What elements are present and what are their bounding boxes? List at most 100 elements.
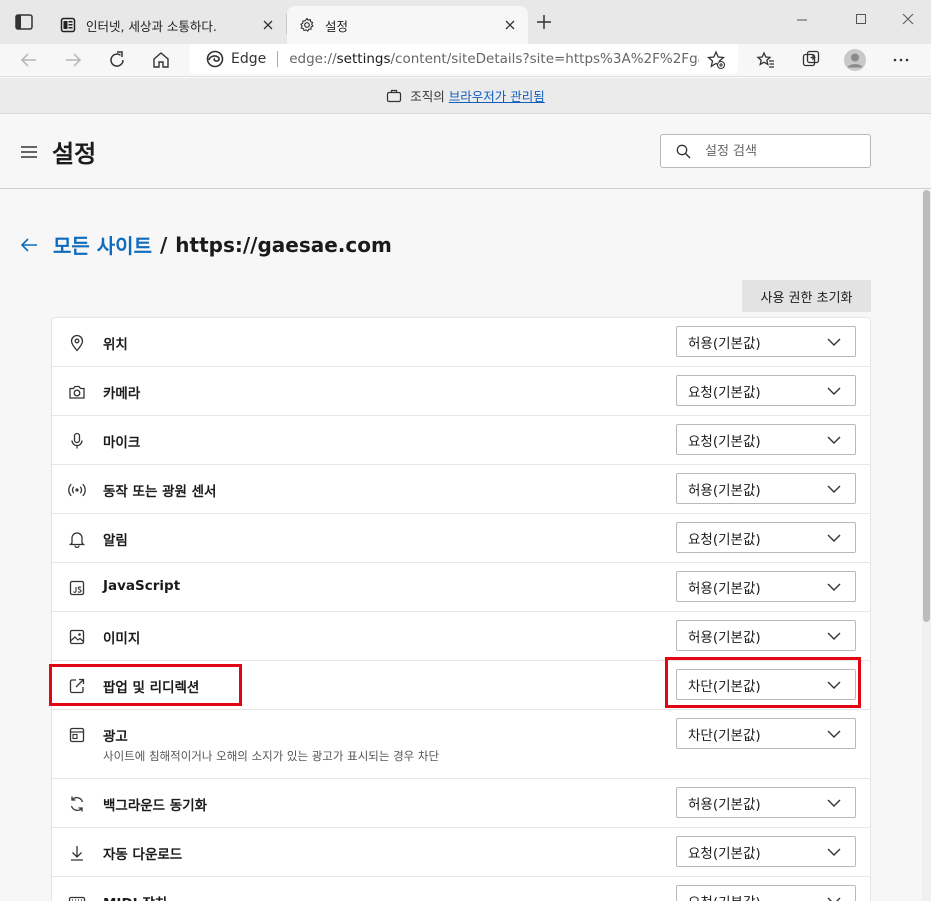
permission-select-background-sync[interactable]: 허용(기본값) xyxy=(676,787,856,818)
ads-icon xyxy=(69,727,85,743)
permission-row-location: 위치 허용(기본값) xyxy=(52,318,870,367)
more-button[interactable] xyxy=(889,48,913,72)
permission-select-images[interactable]: 허용(기본값) xyxy=(676,620,856,651)
permission-value: 허용(기본값) xyxy=(688,629,761,646)
managed-link[interactable]: 브라우저가 관리됨 xyxy=(449,86,545,105)
avatar-icon xyxy=(844,49,866,71)
permission-label: 카메라 xyxy=(103,386,141,402)
chevron-down-icon xyxy=(827,730,841,738)
edge-logo-icon xyxy=(206,50,224,68)
permission-select-notifications[interactable]: 요청(기본값) xyxy=(676,522,856,553)
refresh-button[interactable] xyxy=(105,48,129,72)
camera-icon xyxy=(69,385,85,399)
close-icon[interactable] xyxy=(502,17,518,33)
forward-arrow-icon xyxy=(66,53,82,67)
permission-row-images: 이미지 허용(기본값) xyxy=(52,612,870,661)
maximize-icon[interactable] xyxy=(849,10,873,30)
permission-value: 차단(기본값) xyxy=(688,727,761,744)
chevron-down-icon xyxy=(827,485,841,493)
permission-label: 위치 xyxy=(103,337,128,353)
permission-label: 자동 다운로드 xyxy=(103,847,183,863)
tab-strip: 인터넷, 세상과 소통하다. 설정 xyxy=(0,0,931,44)
permission-value: 요청(기본값) xyxy=(688,891,761,901)
refresh-icon xyxy=(110,51,124,67)
midi-icon xyxy=(68,896,86,901)
permission-select-microphone[interactable]: 요청(기본값) xyxy=(676,424,856,455)
permission-value: 허용(기본값) xyxy=(688,482,761,499)
permission-select-camera[interactable]: 요청(기본값) xyxy=(676,375,856,406)
add-favorite-icon[interactable] xyxy=(706,50,726,70)
tab-actions-icon[interactable] xyxy=(14,12,34,32)
javascript-icon xyxy=(69,580,85,596)
permission-row-microphone: 마이크 요청(기본값) xyxy=(52,416,870,465)
scrollbar-thumb[interactable] xyxy=(923,190,930,622)
minimize-icon[interactable] xyxy=(790,10,814,30)
url-text[interactable]: edge://settings/content/siteDetails?site… xyxy=(289,51,699,67)
address-separator xyxy=(277,51,279,67)
permission-description: 사이트에 침해적이거나 오해의 소지가 있는 광고가 표시되는 경우 차단 xyxy=(103,749,440,763)
tab-internet[interactable]: 인터넷, 세상과 소통하다. xyxy=(48,6,286,44)
managed-prefix: 조직의 xyxy=(410,89,445,104)
sensor-icon xyxy=(68,483,86,497)
permission-value: 요청(기본값) xyxy=(688,845,761,862)
window-close-icon[interactable] xyxy=(896,10,920,30)
chevron-down-icon xyxy=(827,583,841,591)
chevron-down-icon xyxy=(827,338,841,346)
location-icon xyxy=(70,334,84,352)
tab-title: 설정 xyxy=(325,18,349,34)
home-button[interactable] xyxy=(149,48,173,72)
profile-button[interactable] xyxy=(843,48,867,72)
menu-icon[interactable] xyxy=(21,145,37,159)
chevron-down-icon xyxy=(827,848,841,856)
breadcrumb-all-sites-link[interactable]: 모든 사이트 xyxy=(53,230,152,259)
chevron-down-icon xyxy=(827,897,841,901)
permission-label: 이미지 xyxy=(103,631,141,647)
url-prefix: edge:// xyxy=(289,51,337,67)
permission-select-javascript[interactable]: 허용(기본값) xyxy=(676,571,856,602)
permission-label: 동작 또는 광원 센서 xyxy=(103,484,217,500)
url-host: settings xyxy=(336,51,391,67)
permission-select-ads[interactable]: 차단(기본값) xyxy=(676,718,856,749)
permission-select-automatic-downloads[interactable]: 요청(기본값) xyxy=(676,836,856,867)
page-title: 설정 xyxy=(52,140,97,168)
sync-icon xyxy=(70,796,84,812)
search-input[interactable] xyxy=(705,143,845,159)
url-rest: /content/siteDetails?site=https%3A%2F%2F… xyxy=(390,51,699,67)
tab-title: 인터넷, 세상과 소통하다. xyxy=(86,18,217,34)
breadcrumb: 모든 사이트 / https://gaesae.com xyxy=(19,230,392,259)
permission-value: 허용(기본값) xyxy=(688,796,761,813)
highlight-box-popup-select xyxy=(665,657,861,708)
permission-row-camera: 카메라 요청(기본값) xyxy=(52,367,870,416)
permission-select-location[interactable]: 허용(기본값) xyxy=(676,326,856,357)
permission-value: 허용(기본값) xyxy=(688,580,761,597)
back-arrow-icon xyxy=(20,53,36,67)
address-bar[interactable]: Edge edge://settings/content/siteDetails… xyxy=(189,44,738,74)
collections-button[interactable] xyxy=(799,48,823,72)
search-icon xyxy=(676,144,691,158)
close-icon[interactable] xyxy=(260,17,276,33)
chevron-down-icon xyxy=(827,534,841,542)
permission-row-ads: 광고 사이트에 침해적이거나 오해의 소지가 있는 광고가 표시되는 경우 차단… xyxy=(52,710,870,779)
settings-header: 설정 xyxy=(0,115,931,189)
collections-icon xyxy=(802,50,820,67)
permission-label: 마이크 xyxy=(103,435,141,451)
forward-button[interactable] xyxy=(61,48,85,72)
reset-permissions-button[interactable]: 사용 권한 초기화 xyxy=(742,280,871,312)
highlight-box-popup-label xyxy=(49,664,242,706)
scrollbar[interactable] xyxy=(922,190,931,901)
managed-browser-bar: 조직의 브라우저가 관리됨 xyxy=(0,78,931,114)
new-tab-icon[interactable] xyxy=(535,13,553,31)
back-arrow-icon[interactable] xyxy=(19,235,39,255)
back-button[interactable] xyxy=(17,48,41,72)
home-icon xyxy=(153,52,169,68)
permission-label: MIDI 장치 xyxy=(103,892,167,901)
settings-search-box[interactable] xyxy=(660,134,871,168)
permission-value: 요청(기본값) xyxy=(688,531,761,548)
permission-row-midi: MIDI 장치 요청(기본값) xyxy=(52,877,870,901)
favorites-icon xyxy=(756,51,774,68)
tab-settings[interactable]: 설정 xyxy=(287,6,528,44)
favorites-button[interactable] xyxy=(754,48,778,72)
permission-label: 광고 xyxy=(103,729,128,745)
permission-select-midi[interactable]: 요청(기본값) xyxy=(676,885,856,901)
permission-select-sensor[interactable]: 허용(기본값) xyxy=(676,473,856,504)
